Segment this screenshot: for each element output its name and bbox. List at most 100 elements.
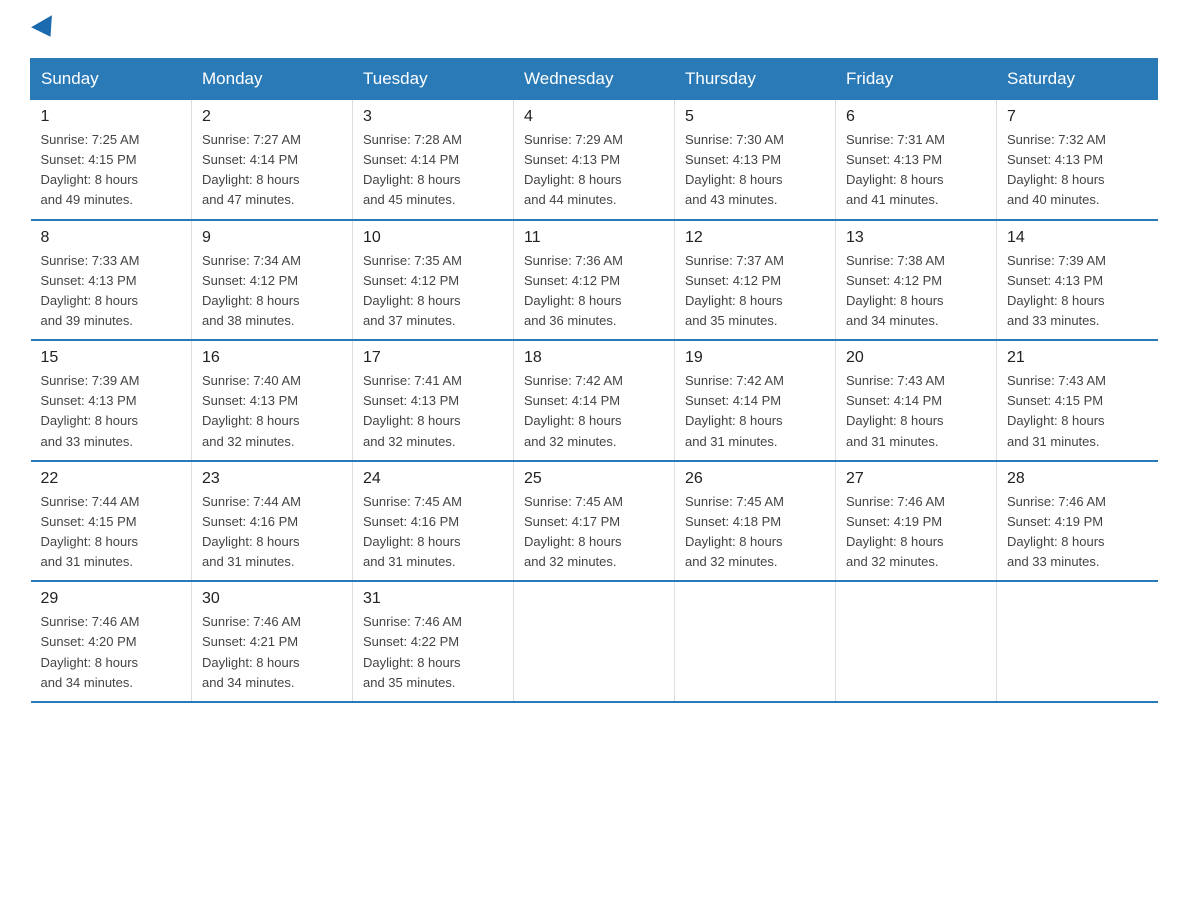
calendar-cell: 13 Sunrise: 7:38 AMSunset: 4:12 PMDaylig… [836, 220, 997, 341]
day-info: Sunrise: 7:31 AMSunset: 4:13 PMDaylight:… [846, 132, 945, 207]
logo-arrow-icon [31, 15, 61, 43]
calendar-cell: 6 Sunrise: 7:31 AMSunset: 4:13 PMDayligh… [836, 100, 997, 220]
day-info: Sunrise: 7:28 AMSunset: 4:14 PMDaylight:… [363, 132, 462, 207]
day-info: Sunrise: 7:46 AMSunset: 4:20 PMDaylight:… [41, 614, 140, 689]
day-info: Sunrise: 7:33 AMSunset: 4:13 PMDaylight:… [41, 253, 140, 328]
day-number: 9 [202, 229, 342, 247]
day-info: Sunrise: 7:44 AMSunset: 4:16 PMDaylight:… [202, 494, 301, 569]
calendar-cell: 11 Sunrise: 7:36 AMSunset: 4:12 PMDaylig… [514, 220, 675, 341]
calendar-cell: 12 Sunrise: 7:37 AMSunset: 4:12 PMDaylig… [675, 220, 836, 341]
day-info: Sunrise: 7:44 AMSunset: 4:15 PMDaylight:… [41, 494, 140, 569]
calendar-cell: 9 Sunrise: 7:34 AMSunset: 4:12 PMDayligh… [192, 220, 353, 341]
day-number: 25 [524, 470, 664, 488]
calendar-cell [836, 581, 997, 702]
day-info: Sunrise: 7:27 AMSunset: 4:14 PMDaylight:… [202, 132, 301, 207]
day-info: Sunrise: 7:45 AMSunset: 4:17 PMDaylight:… [524, 494, 623, 569]
calendar-cell: 7 Sunrise: 7:32 AMSunset: 4:13 PMDayligh… [997, 100, 1158, 220]
header-wednesday: Wednesday [514, 59, 675, 100]
calendar-cell: 29 Sunrise: 7:46 AMSunset: 4:20 PMDaylig… [31, 581, 192, 702]
calendar-cell: 4 Sunrise: 7:29 AMSunset: 4:13 PMDayligh… [514, 100, 675, 220]
header-saturday: Saturday [997, 59, 1158, 100]
day-number: 4 [524, 108, 664, 126]
calendar-cell: 1 Sunrise: 7:25 AMSunset: 4:15 PMDayligh… [31, 100, 192, 220]
day-info: Sunrise: 7:38 AMSunset: 4:12 PMDaylight:… [846, 253, 945, 328]
header-tuesday: Tuesday [353, 59, 514, 100]
calendar-cell: 28 Sunrise: 7:46 AMSunset: 4:19 PMDaylig… [997, 461, 1158, 582]
calendar-cell: 3 Sunrise: 7:28 AMSunset: 4:14 PMDayligh… [353, 100, 514, 220]
calendar-cell: 26 Sunrise: 7:45 AMSunset: 4:18 PMDaylig… [675, 461, 836, 582]
calendar-cell: 24 Sunrise: 7:45 AMSunset: 4:16 PMDaylig… [353, 461, 514, 582]
calendar-week-5: 29 Sunrise: 7:46 AMSunset: 4:20 PMDaylig… [31, 581, 1158, 702]
day-info: Sunrise: 7:42 AMSunset: 4:14 PMDaylight:… [524, 373, 623, 448]
page-header [30, 20, 1158, 38]
day-info: Sunrise: 7:43 AMSunset: 4:14 PMDaylight:… [846, 373, 945, 448]
calendar-cell: 19 Sunrise: 7:42 AMSunset: 4:14 PMDaylig… [675, 340, 836, 461]
calendar-cell: 22 Sunrise: 7:44 AMSunset: 4:15 PMDaylig… [31, 461, 192, 582]
day-number: 27 [846, 470, 986, 488]
day-info: Sunrise: 7:45 AMSunset: 4:16 PMDaylight:… [363, 494, 462, 569]
calendar-table: SundayMondayTuesdayWednesdayThursdayFrid… [30, 58, 1158, 703]
logo [30, 20, 58, 38]
day-info: Sunrise: 7:42 AMSunset: 4:14 PMDaylight:… [685, 373, 784, 448]
day-info: Sunrise: 7:25 AMSunset: 4:15 PMDaylight:… [41, 132, 140, 207]
day-number: 28 [1007, 470, 1148, 488]
day-number: 10 [363, 229, 503, 247]
day-number: 23 [202, 470, 342, 488]
day-info: Sunrise: 7:46 AMSunset: 4:19 PMDaylight:… [846, 494, 945, 569]
calendar-week-2: 8 Sunrise: 7:33 AMSunset: 4:13 PMDayligh… [31, 220, 1158, 341]
header-thursday: Thursday [675, 59, 836, 100]
day-number: 20 [846, 349, 986, 367]
logo-blue-text [30, 20, 58, 38]
calendar-cell: 18 Sunrise: 7:42 AMSunset: 4:14 PMDaylig… [514, 340, 675, 461]
calendar-cell: 20 Sunrise: 7:43 AMSunset: 4:14 PMDaylig… [836, 340, 997, 461]
day-info: Sunrise: 7:46 AMSunset: 4:22 PMDaylight:… [363, 614, 462, 689]
calendar-cell: 10 Sunrise: 7:35 AMSunset: 4:12 PMDaylig… [353, 220, 514, 341]
day-number: 5 [685, 108, 825, 126]
calendar-cell: 8 Sunrise: 7:33 AMSunset: 4:13 PMDayligh… [31, 220, 192, 341]
calendar-cell: 21 Sunrise: 7:43 AMSunset: 4:15 PMDaylig… [997, 340, 1158, 461]
calendar-cell [514, 581, 675, 702]
day-info: Sunrise: 7:46 AMSunset: 4:21 PMDaylight:… [202, 614, 301, 689]
day-number: 1 [41, 108, 182, 126]
day-number: 17 [363, 349, 503, 367]
day-number: 21 [1007, 349, 1148, 367]
day-number: 29 [41, 590, 182, 608]
day-info: Sunrise: 7:30 AMSunset: 4:13 PMDaylight:… [685, 132, 784, 207]
day-number: 13 [846, 229, 986, 247]
calendar-header-row: SundayMondayTuesdayWednesdayThursdayFrid… [31, 59, 1158, 100]
day-number: 2 [202, 108, 342, 126]
day-number: 30 [202, 590, 342, 608]
calendar-cell: 14 Sunrise: 7:39 AMSunset: 4:13 PMDaylig… [997, 220, 1158, 341]
day-info: Sunrise: 7:36 AMSunset: 4:12 PMDaylight:… [524, 253, 623, 328]
day-number: 11 [524, 229, 664, 247]
day-number: 8 [41, 229, 182, 247]
day-number: 19 [685, 349, 825, 367]
day-info: Sunrise: 7:46 AMSunset: 4:19 PMDaylight:… [1007, 494, 1106, 569]
day-info: Sunrise: 7:40 AMSunset: 4:13 PMDaylight:… [202, 373, 301, 448]
day-info: Sunrise: 7:37 AMSunset: 4:12 PMDaylight:… [685, 253, 784, 328]
calendar-week-1: 1 Sunrise: 7:25 AMSunset: 4:15 PMDayligh… [31, 100, 1158, 220]
day-number: 16 [202, 349, 342, 367]
calendar-cell [997, 581, 1158, 702]
calendar-cell [675, 581, 836, 702]
day-number: 24 [363, 470, 503, 488]
calendar-cell: 2 Sunrise: 7:27 AMSunset: 4:14 PMDayligh… [192, 100, 353, 220]
day-info: Sunrise: 7:45 AMSunset: 4:18 PMDaylight:… [685, 494, 784, 569]
day-number: 12 [685, 229, 825, 247]
calendar-cell: 27 Sunrise: 7:46 AMSunset: 4:19 PMDaylig… [836, 461, 997, 582]
day-number: 6 [846, 108, 986, 126]
day-info: Sunrise: 7:43 AMSunset: 4:15 PMDaylight:… [1007, 373, 1106, 448]
calendar-week-4: 22 Sunrise: 7:44 AMSunset: 4:15 PMDaylig… [31, 461, 1158, 582]
day-info: Sunrise: 7:35 AMSunset: 4:12 PMDaylight:… [363, 253, 462, 328]
header-sunday: Sunday [31, 59, 192, 100]
day-number: 26 [685, 470, 825, 488]
header-monday: Monday [192, 59, 353, 100]
day-info: Sunrise: 7:39 AMSunset: 4:13 PMDaylight:… [41, 373, 140, 448]
calendar-cell: 15 Sunrise: 7:39 AMSunset: 4:13 PMDaylig… [31, 340, 192, 461]
day-number: 7 [1007, 108, 1148, 126]
day-number: 18 [524, 349, 664, 367]
calendar-cell: 23 Sunrise: 7:44 AMSunset: 4:16 PMDaylig… [192, 461, 353, 582]
day-info: Sunrise: 7:41 AMSunset: 4:13 PMDaylight:… [363, 373, 462, 448]
day-info: Sunrise: 7:39 AMSunset: 4:13 PMDaylight:… [1007, 253, 1106, 328]
calendar-week-3: 15 Sunrise: 7:39 AMSunset: 4:13 PMDaylig… [31, 340, 1158, 461]
